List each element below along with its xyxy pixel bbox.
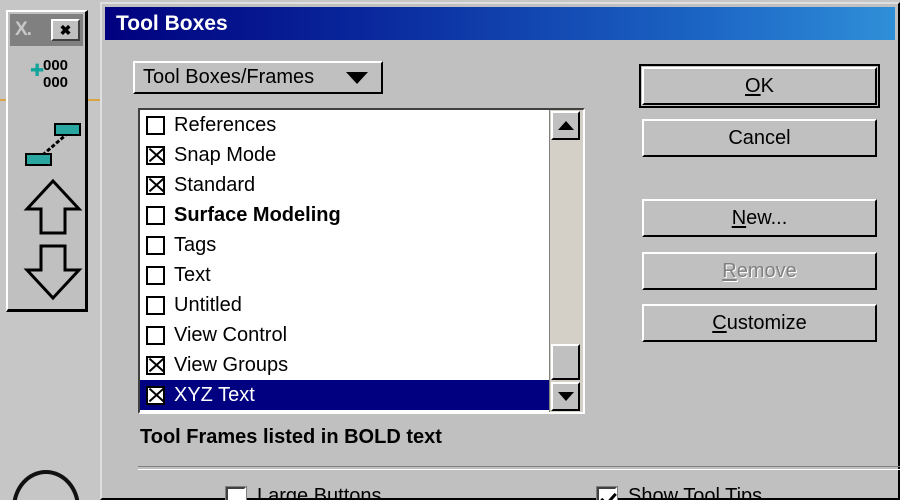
tool-boxes-dialog: Tool Boxes Tool Boxes/Frames References S… — [100, 2, 900, 500]
list-item-label: View Control — [174, 323, 288, 346]
bold-text-note: Tool Frames listed in BOLD text — [140, 426, 442, 448]
list-item-checkbox[interactable] — [146, 235, 165, 255]
list-item-checkbox[interactable] — [146, 325, 165, 345]
list-item-label: Snap Mode — [174, 143, 277, 166]
ok-button[interactable]: OK — [639, 64, 880, 108]
list-item-checkbox[interactable] — [146, 295, 165, 315]
ok-button-label: OK — [745, 74, 774, 97]
list-item[interactable]: Text — [140, 260, 549, 290]
scrollbar-thumb[interactable] — [551, 344, 580, 380]
dialog-titlebar[interactable]: Tool Boxes — [105, 7, 895, 40]
category-combobox-value: Tool Boxes/Frames — [143, 66, 315, 88]
arrow-tools-group — [22, 177, 84, 302]
list-item-label: Text — [174, 263, 211, 286]
list-item-label: Surface Modeling — [174, 203, 341, 226]
remove-button[interactable]: Remove — [642, 252, 877, 290]
category-combobox[interactable]: Tool Boxes/Frames — [133, 61, 383, 94]
list-item-checkbox[interactable] — [146, 355, 165, 375]
list-item-label: XYZ Text — [174, 383, 255, 406]
coordinate-line-1: 000 — [43, 57, 69, 74]
triangle-up-icon — [557, 121, 574, 130]
list-item-checkbox[interactable] — [146, 265, 165, 285]
palette-title: X. — [15, 19, 32, 40]
list-item[interactable]: Standard — [140, 170, 549, 200]
new-button-label: New... — [731, 206, 788, 229]
scroll-up-button[interactable] — [551, 111, 580, 140]
large-buttons-label: Large Buttons — [257, 485, 382, 500]
tool-box-listbox[interactable]: References Snap Mode Standard Surface Model… — [138, 108, 585, 414]
coordinate-line-2: 000 — [43, 74, 69, 91]
customize-button[interactable]: Customize — [642, 304, 877, 342]
section-divider — [138, 466, 900, 470]
listbox-vertical-scrollbar[interactable] — [549, 110, 583, 412]
coordinate-readout-tool[interactable]: ✚ 000 000 — [8, 56, 88, 98]
chevron-down-icon[interactable] — [346, 71, 368, 84]
show-tool-tips-option[interactable]: Show Tool Tips — [596, 485, 763, 500]
list-item-checkbox[interactable] — [146, 175, 165, 195]
show-tool-tips-label: Show Tool Tips — [628, 485, 763, 500]
list-item[interactable]: Tags — [140, 230, 549, 260]
list-item-checkbox[interactable] — [146, 145, 165, 165]
crosshair-icon: ✚ — [30, 61, 45, 80]
list-item[interactable]: View Control — [140, 320, 549, 350]
close-icon[interactable]: ✖ — [51, 19, 80, 41]
list-item[interactable]: View Groups — [140, 350, 549, 380]
list-item-checkbox[interactable] — [146, 205, 165, 225]
list-item[interactable]: Snap Mode — [140, 140, 549, 170]
line-tool-icon — [25, 123, 81, 166]
list-item-label: Standard — [174, 173, 256, 196]
palette-titlebar[interactable]: X. ✖ — [10, 14, 83, 46]
list-item-label: Tags — [174, 233, 217, 256]
list-item[interactable]: Surface Modeling — [140, 200, 549, 230]
coordinate-values: 000 000 — [43, 57, 68, 91]
cancel-button-label: Cancel — [728, 126, 791, 149]
tool-box-list-items: References Snap Mode Standard Surface Model… — [140, 110, 549, 412]
move-arrows-icon — [23, 178, 83, 301]
dialog-title: Tool Boxes — [116, 11, 228, 35]
large-buttons-option[interactable]: Large Buttons — [225, 485, 382, 500]
list-item-label: Untitled — [174, 293, 242, 316]
list-item[interactable]: Untitled — [140, 290, 549, 320]
list-item[interactable]: References — [140, 110, 549, 140]
move-down-tool — [23, 244, 83, 301]
list-item[interactable]: XYZ Text — [140, 380, 549, 410]
floating-tool-palette[interactable]: X. ✖ ✚ 000 000 — [6, 10, 88, 312]
line-between-points-tool[interactable] — [24, 120, 84, 172]
scroll-down-button[interactable] — [551, 382, 580, 411]
new-button[interactable]: New... — [642, 199, 877, 237]
list-item-checkbox[interactable] — [146, 385, 165, 405]
remove-button-label: Remove — [722, 259, 797, 282]
cad-arc-fragment — [12, 470, 80, 500]
move-up-tool — [23, 178, 83, 235]
cancel-button[interactable]: Cancel — [642, 119, 877, 157]
customize-button-label: Customize — [712, 311, 807, 334]
show-tool-tips-checkbox[interactable] — [596, 485, 618, 500]
list-item-label: View Groups — [174, 353, 289, 376]
triangle-down-icon — [557, 392, 574, 401]
large-buttons-checkbox[interactable] — [225, 485, 247, 500]
list-item-label: References — [174, 113, 277, 136]
list-item-checkbox[interactable] — [146, 115, 165, 135]
